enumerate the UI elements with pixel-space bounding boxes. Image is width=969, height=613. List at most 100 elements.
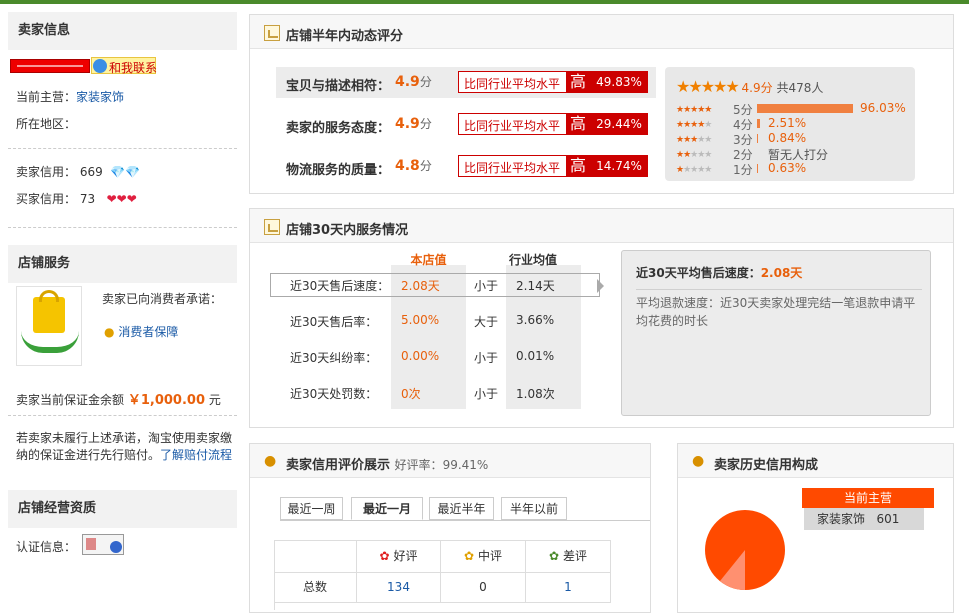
credit-title: 卖家信用评价展示 好评率：99.41% [286,458,489,473]
service-compare: 小于 [474,387,499,401]
user-icon: ● [264,453,277,469]
service-store-value: 0.00% [401,349,440,363]
dynamic-score-title: 店铺半年内动态评分 [286,29,404,44]
service-avg-value: 2.14天 [516,279,555,293]
service-row-label[interactable]: 近30天售后率： [290,313,377,330]
chart-icon [264,219,280,235]
certificate-icon[interactable] [82,534,124,555]
main-category-link[interactable]: 家装家饰 [76,90,124,104]
buyer-credit-row: 买家信用： 73 ❤❤❤ [16,192,137,206]
rating-score: 4.9分 [395,116,432,132]
shopping-bag-icon [16,286,82,366]
rating-dist-row: ★★★★★ [676,131,712,146]
total-neutral: 0 [441,573,526,603]
divider [8,415,237,416]
rating-dist-row: ★★★★★ [676,161,712,176]
dist-bar [757,134,758,143]
service-row-label[interactable]: 近30天纠纷率： [290,349,377,366]
seller-name-banner[interactable] [10,59,90,73]
seller-info-header: 卖家信息 [8,12,237,50]
panel-header: 店铺30天内服务情况 [250,209,953,243]
mini-stars-icon: ★★★★★ [676,135,712,145]
header-neutral: ✿ 中评 [441,540,526,573]
flower-neutral-icon: ✿ [464,549,475,563]
rating-label: 宝贝与描述相符： [286,79,391,94]
chat-icon [93,59,107,73]
seller-credit-row: 卖家信用： 669 💎💎 [16,165,141,179]
history-pie [705,510,785,590]
tab-half-year[interactable]: 最近半年 [429,497,494,520]
consumer-guarantee-row: ● 消费者保障 [104,323,178,340]
header-bad: ✿ 差评 [526,540,611,573]
dist-label: 1分 [733,163,753,177]
dist-bar [757,104,853,113]
history-title: 卖家历史信用构成 [714,458,819,473]
tab-week[interactable]: 最近一周 [280,497,343,520]
service-detail-box: 近30天平均售后速度：2.08天 平均退款速度：近30天卖家处理完结一笔退款申请… [621,250,931,416]
service-avg-value: 0.01% [516,349,555,363]
chart-icon [264,25,280,41]
avg-column-header: 行业均值 [508,253,557,267]
panel-header: 店铺半年内动态评分 [250,15,953,49]
total-good-link[interactable]: 134 [357,573,441,603]
service-compare: 小于 [474,279,499,293]
detail-desc-line2: 均花费的时长 [636,314,709,328]
tooltip-body: 家装家饰 601 [804,508,924,530]
total-bad-link[interactable]: 1 [526,573,611,603]
mini-stars-icon: ★★★★★ [676,150,712,160]
rating-label: 卖家的服务态度： [286,121,391,136]
contact-seller-button[interactable]: 和我联系 [91,57,157,75]
deposit-row: 卖家当前保证金余额 ￥1,000.00 元 [16,393,221,408]
industry-compare-badge: 比同行业平均水平 高 29.44% [458,113,648,135]
cert-label: 认证信息： [16,540,77,554]
row-pointer-icon [597,279,604,293]
tab-before-half-year[interactable]: 半年以前 [501,497,567,520]
qualification-title: 店铺经营资质 [8,490,237,528]
service-store-value: 5.00% [401,313,440,327]
store-service-header: 店铺服务 [8,245,237,283]
store-column-header: 本店值 [410,253,447,267]
qualification-header: 店铺经营资质 [8,490,237,528]
note-line2: 纳的保证金进行先行赔付。了解赔付流程 [16,448,233,462]
header-good: ✿ 好评 [357,540,441,573]
star-rating-icon: ★★★★★ [676,77,740,96]
divider [8,148,237,149]
service-avg-value: 3.66% [516,313,555,327]
dist-pct: 96.03% [860,101,906,115]
dist-pct: 0.84% [768,131,807,145]
panel-header: ● 卖家历史信用构成 [678,444,953,478]
service30-title: 店铺30天内服务情况 [286,223,409,238]
note-line1: 若卖家未履行上述承诺，淘宝使用卖家缴 [16,431,233,445]
region-label: 所在地区： [16,117,77,131]
rating-score: 4.8分 [395,158,432,174]
row-total-label: 总数 [274,573,357,603]
rating-dist-row: ★★★★★ [676,146,712,161]
table-corner [274,540,357,573]
user-icon: ● [692,453,705,469]
flower-good-icon: ✿ [379,549,390,563]
industry-compare-badge: 比同行业平均水平 高 14.74% [458,155,648,177]
compensation-process-link[interactable]: 了解赔付流程 [160,448,232,462]
diamond-icon[interactable]: 💎💎 [110,165,140,179]
heart-icon[interactable]: ❤❤❤ [107,192,137,206]
industry-compare-badge: 比同行业平均水平 高 49.83% [458,71,648,93]
promise-text: 卖家已向消费者承诺： [102,292,223,306]
top-border [0,0,969,4]
flower-bad-icon: ✿ [549,549,560,563]
seller-info-title: 卖家信息 [8,12,237,50]
store-service-title: 店铺服务 [8,245,237,283]
mini-stars-icon: ★★★★★ [676,105,712,115]
detail-title-row: 近30天平均售后速度：2.08天 [636,266,803,280]
service-row-label[interactable]: 近30天处罚数： [290,385,377,402]
rating-score: 4.9分 [395,74,432,90]
panel-header: ● 卖家信用评价展示 好评率：99.41% [250,444,650,478]
consumer-guarantee-link[interactable]: 消费者保障 [118,325,178,339]
summary-row: ★★★★★ 4.9分 共478人 [676,77,824,96]
divider [636,289,922,290]
service-row-label[interactable]: 近30天售后速度： [290,277,389,294]
deposit-value: ￥1,000.00 [127,393,205,408]
tab-month[interactable]: 最近一月 [351,497,423,520]
service-avg-value: 1.08次 [516,387,555,401]
rating-dist-row: ★★★★★ [676,116,712,131]
service-compare: 小于 [474,351,499,365]
